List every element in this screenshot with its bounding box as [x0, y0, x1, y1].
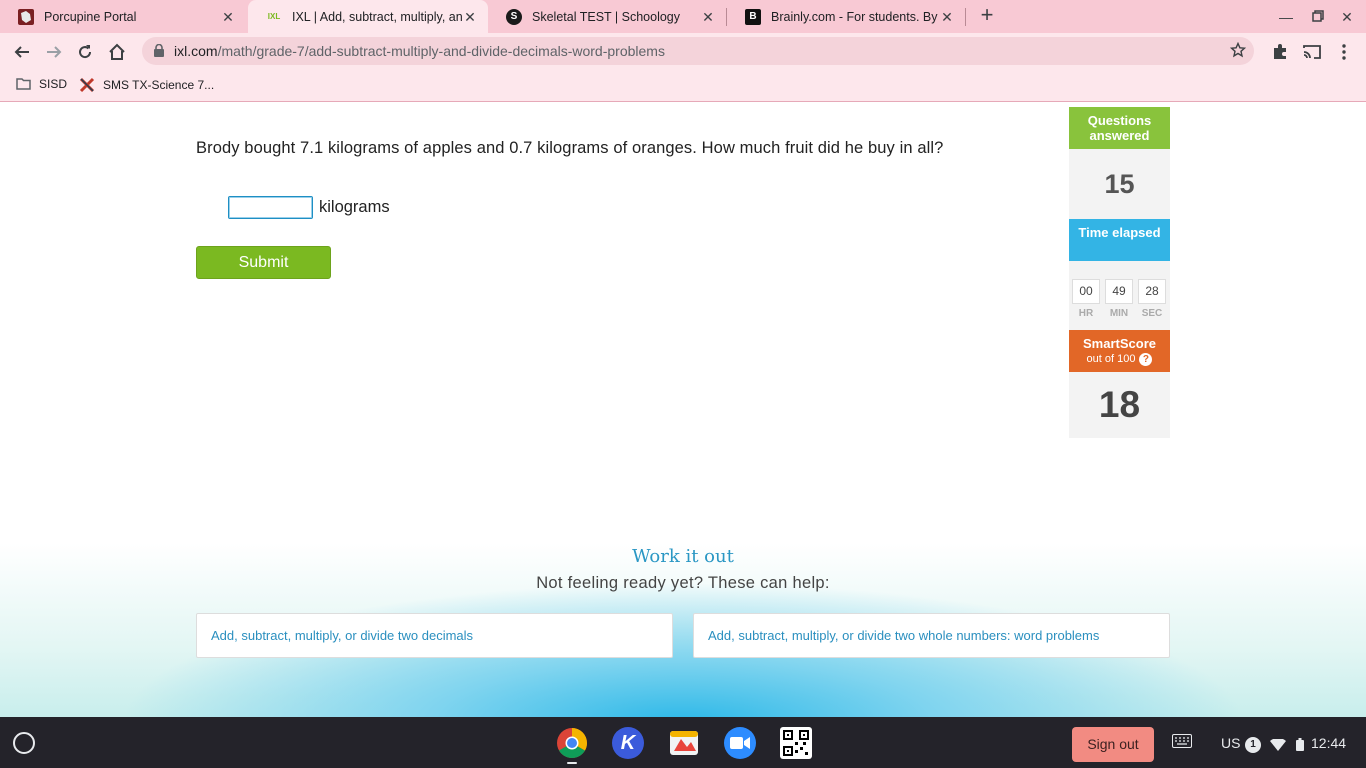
home-icon[interactable]: [104, 39, 130, 65]
clock[interactable]: 12:44: [1311, 735, 1346, 751]
keyboard-icon[interactable]: [1172, 734, 1192, 751]
bookmark-star-icon[interactable]: [1229, 41, 1247, 63]
launcher-icon[interactable]: [13, 732, 35, 754]
chromeos-shelf: K Sign out US 1 12:44: [0, 717, 1366, 768]
ixl-page: Brody bought 7.1 kilograms of apples and…: [0, 103, 1366, 717]
bookmarks-bar: SISD SMS TX-Science 7...: [0, 70, 1366, 102]
help-link-whole-numbers[interactable]: Add, subtract, multiply, or divide two w…: [693, 613, 1170, 658]
kami-icon[interactable]: K: [612, 727, 644, 759]
bookmark-label: SISD: [39, 77, 68, 91]
close-icon[interactable]: ✕: [462, 9, 478, 25]
close-icon[interactable]: ✕: [700, 9, 716, 25]
smartscore-value: 18: [1069, 372, 1170, 438]
folder-icon: [16, 78, 31, 90]
address-bar[interactable]: ixl.com/math/grade-7/add-subtract-multip…: [142, 37, 1254, 65]
smartscore-label: SmartScore: [1083, 336, 1156, 351]
tab-schoology[interactable]: S Skeletal TEST | Schoology ✕: [488, 0, 726, 33]
tab-ixl[interactable]: IXL IXL | Add, subtract, multiply, and ✕: [248, 0, 488, 33]
forward-arrow-icon[interactable]: [41, 39, 67, 65]
canvas-app-icon[interactable]: [668, 727, 700, 759]
bookmark-sms-science[interactable]: SMS TX-Science 7...: [79, 77, 214, 93]
close-icon[interactable]: ✕: [220, 9, 236, 25]
battery-icon[interactable]: [1296, 738, 1304, 754]
timer-hours: 00: [1072, 279, 1100, 304]
timer-hours-label: HR: [1078, 308, 1094, 319]
restore-icon[interactable]: [1308, 7, 1328, 27]
question-text: Brody bought 7.1 kilograms of apples and…: [196, 139, 944, 157]
chrome-icon[interactable]: [556, 727, 588, 759]
lock-icon: [154, 43, 164, 62]
questions-answered-value: 15: [1069, 149, 1170, 219]
timer-seconds-label: SEC: [1141, 308, 1163, 319]
smartscore-sub: out of 100 ?: [1073, 352, 1166, 367]
tab-porcupine-portal[interactable]: Porcupine Portal ✕: [0, 0, 246, 33]
bookmark-sisd[interactable]: SISD: [16, 77, 67, 91]
submit-button[interactable]: Submit: [196, 246, 331, 279]
wifi-icon[interactable]: [1270, 737, 1286, 754]
brainly-icon: B: [745, 8, 761, 25]
cast-icon[interactable]: [1299, 39, 1325, 65]
tab-title: Skeletal TEST | Schoology: [532, 9, 681, 24]
browser-toolbar: ixl.com/math/grade-7/add-subtract-multip…: [0, 33, 1366, 70]
ime-indicator[interactable]: US: [1221, 735, 1240, 751]
tab-title: IXL | Add, subtract, multiply, and: [292, 9, 462, 24]
timer-minutes-label: MIN: [1109, 308, 1129, 319]
bookmark-label: SMS TX-Science 7...: [103, 78, 215, 92]
sign-out-button[interactable]: Sign out: [1072, 727, 1154, 762]
schoology-icon: S: [506, 8, 522, 25]
more-menu-icon[interactable]: [1331, 39, 1357, 65]
zoom-icon[interactable]: [724, 727, 756, 759]
reload-icon[interactable]: [72, 39, 98, 65]
minimize-icon[interactable]: —: [1276, 7, 1296, 27]
close-icon[interactable]: ✕: [939, 9, 955, 25]
x-logo-icon: [79, 77, 95, 93]
back-arrow-icon[interactable]: [9, 39, 35, 65]
tab-brainly[interactable]: B Brainly.com - For students. By st ✕: [727, 0, 965, 33]
timer: 00 49 28 HR MIN SEC: [1069, 261, 1170, 330]
timer-minutes: 49: [1105, 279, 1133, 304]
timer-seconds: 28: [1138, 279, 1166, 304]
help-question-icon[interactable]: ?: [1139, 353, 1153, 366]
questions-answered-header: Questions answered: [1069, 107, 1170, 149]
active-app-indicator: [567, 762, 577, 764]
tab-title: Brainly.com - For students. By st: [771, 9, 939, 24]
notification-count[interactable]: 1: [1245, 737, 1261, 753]
window-close-icon[interactable]: ✕: [1337, 7, 1357, 27]
qr-code-icon[interactable]: [780, 727, 812, 759]
ixl-icon: IXL: [267, 12, 281, 21]
answer-row: kilograms: [228, 196, 390, 219]
time-elapsed-header: Time elapsed: [1069, 219, 1170, 261]
answer-input[interactable]: [228, 196, 313, 219]
texas-flag-icon: [18, 8, 34, 25]
tab-separator: [965, 8, 966, 26]
stats-panel: Questions answered 15 Time elapsed 00 49…: [1069, 107, 1170, 438]
smartscore-header: SmartScore out of 100 ?: [1069, 330, 1170, 372]
work-it-out-title: Work it out: [632, 546, 734, 567]
extensions-puzzle-icon[interactable]: [1267, 39, 1293, 65]
tab-strip: Porcupine Portal ✕ IXL IXL | Add, subtra…: [0, 0, 1366, 33]
tab-title: Porcupine Portal: [44, 9, 137, 24]
new-tab-icon[interactable]: +: [976, 4, 998, 27]
unit-label: kilograms: [319, 198, 390, 216]
help-link-decimals[interactable]: Add, subtract, multiply, or divide two d…: [196, 613, 673, 658]
smartscore-out-of: out of 100: [1086, 353, 1136, 365]
work-it-out-subtitle: Not feeling ready yet? These can help:: [536, 574, 830, 592]
url-text: ixl.com/math/grade-7/add-subtract-multip…: [174, 43, 665, 59]
